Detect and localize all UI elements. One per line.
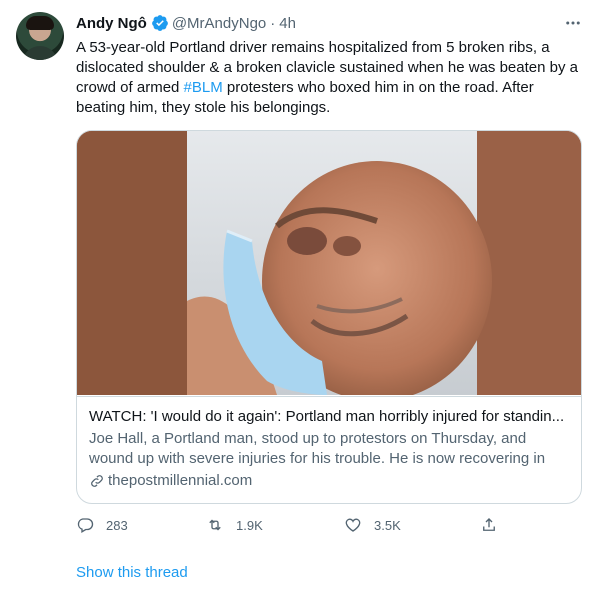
hashtag-link[interactable]: #BLM	[184, 79, 223, 96]
author-name[interactable]: Andy Ngô	[76, 15, 147, 32]
author-handle[interactable]: @MrAndyNgo	[172, 15, 266, 32]
like-button[interactable]: 3.5K	[344, 516, 401, 534]
avatar-hair	[26, 16, 54, 30]
card-title[interactable]: WATCH: 'I would do it again': Portland m…	[89, 407, 569, 427]
retweet-icon	[209, 519, 221, 531]
card-domain-row: thepostmillennial.com	[89, 471, 569, 491]
verified-badge-icon	[151, 15, 168, 31]
retweet-count: 1.9K	[236, 517, 263, 533]
retweet-button[interactable]: 1.9K	[206, 516, 263, 534]
card-image	[77, 131, 581, 395]
reply-count: 283	[106, 517, 128, 533]
separator-dot: ·	[270, 14, 276, 32]
link-icon	[91, 475, 103, 487]
card-description: Joe Hall, a Portland man, stood up to pr…	[89, 430, 546, 467]
avatar[interactable]	[16, 12, 64, 60]
share-button[interactable]	[480, 516, 498, 534]
show-thread-link[interactable]: Show this thread	[76, 563, 188, 583]
tweet-header: Andy Ngô @MrAndyNgo · 4h	[76, 12, 582, 34]
like-icon	[345, 518, 361, 532]
tweet-timestamp[interactable]: 4h	[279, 15, 296, 32]
more-icon[interactable]	[564, 12, 582, 34]
share-icon	[483, 518, 495, 531]
reply-button[interactable]: 283	[76, 516, 128, 534]
link-card[interactable]: WATCH: 'I would do it again': Portland m…	[76, 130, 582, 504]
action-bar: 283 1.9K 3.5K	[76, 514, 506, 536]
card-domain: thepostmillennial.com	[108, 472, 253, 489]
tweet[interactable]: Andy Ngô @MrAndyNgo · 4h A 53-year-old P…	[0, 0, 598, 594]
card-body[interactable]: WATCH: 'I would do it again': Portland m…	[77, 396, 581, 501]
tweet-text: A 53-year-old Portland driver remains ho…	[76, 38, 586, 118]
avatar-shirt	[22, 46, 58, 60]
reply-icon	[77, 518, 94, 533]
like-count: 3.5K	[374, 517, 401, 533]
